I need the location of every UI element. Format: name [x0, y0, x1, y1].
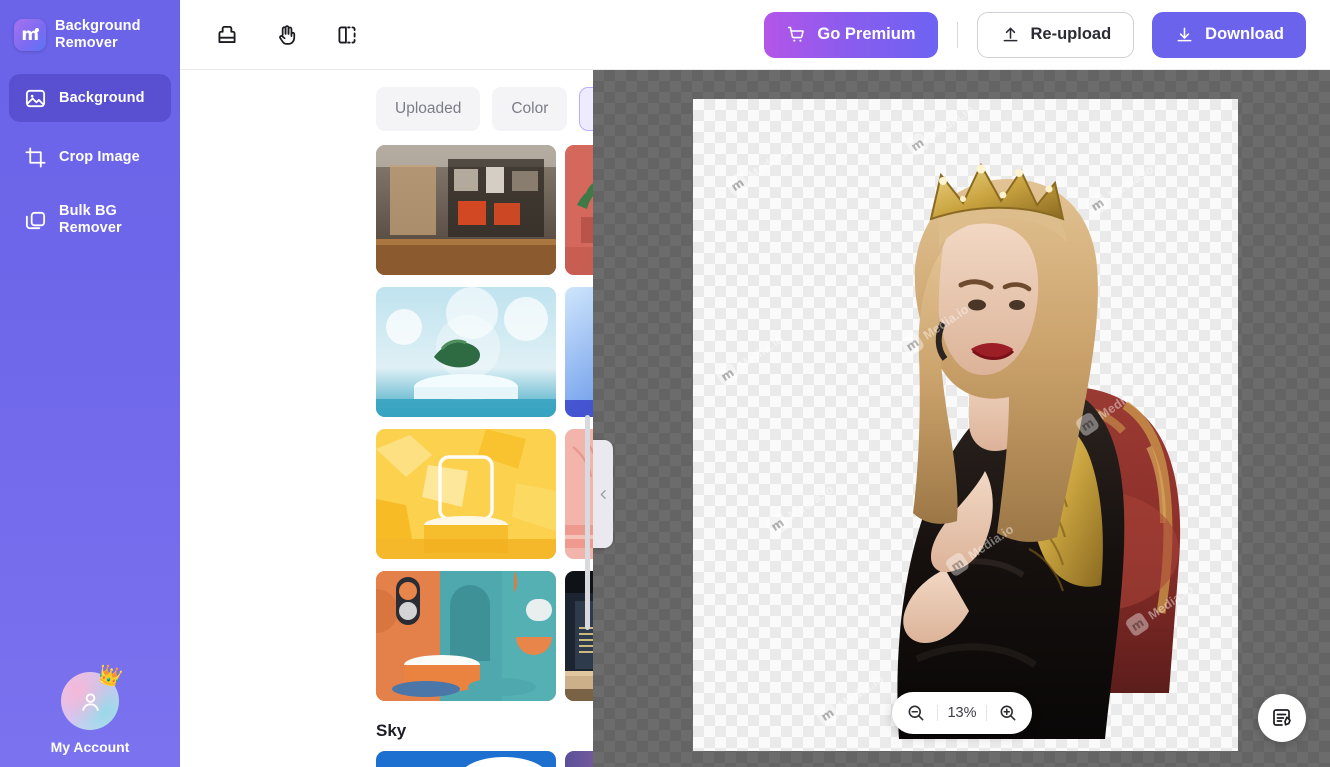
brand-title: Background Remover — [55, 18, 141, 52]
hand-tool-button[interactable] — [270, 18, 304, 52]
scene-thumbnail[interactable] — [376, 145, 556, 275]
app-logo-icon: m — [14, 19, 46, 52]
brand[interactable]: m Background Remover — [0, 0, 180, 52]
body-row: Uploaded Color Scene — [180, 70, 1330, 767]
chevron-left-icon — [600, 489, 606, 499]
top-toolbar: Go Premium Re-upload Download — [180, 0, 1330, 70]
sidebar-nav: Background Crop Image Bulk BG Remover — [0, 74, 180, 248]
re-upload-label: Re-upload — [1030, 25, 1112, 43]
scene-thumbnail[interactable] — [565, 145, 593, 275]
top-actions: Go Premium Re-upload Download — [764, 11, 1306, 58]
tab-uploaded-label: Uploaded — [395, 100, 462, 117]
background-remover-app: m Background Remover Background Crop Ima… — [0, 0, 1330, 767]
scene-thumbnail[interactable] — [376, 751, 556, 767]
sky-section-title: Sky — [376, 721, 407, 740]
tab-color[interactable]: Color — [492, 87, 568, 131]
my-account[interactable]: 👑 My Account — [0, 663, 180, 759]
brand-title-line1: Background — [55, 18, 141, 34]
image-artboard[interactable]: m Media.io m Media.io m Media.io m Media… — [693, 99, 1238, 751]
crop-icon — [23, 145, 47, 169]
re-upload-button[interactable]: Re-upload — [976, 11, 1135, 58]
sidebar-item-bulk-bg-remover[interactable]: Bulk BG Remover — [9, 192, 171, 248]
sidebar-item-label-background: Background — [59, 89, 145, 106]
image-icon — [23, 86, 47, 110]
brand-title-line2: Remover — [55, 35, 118, 52]
go-premium-label: Go Premium — [817, 25, 916, 43]
scene-thumbnail[interactable] — [376, 571, 556, 701]
scene-thumbnail[interactable] — [565, 751, 593, 767]
go-premium-button[interactable]: Go Premium — [764, 11, 938, 58]
zoom-level-value: 13% — [947, 705, 977, 721]
scene-list-scroll[interactable]: Sky more › — [180, 145, 593, 767]
sidebar-item-background[interactable]: Background — [9, 74, 171, 123]
tool-group — [210, 18, 364, 52]
sidebar-item-label-crop-image: Crop Image — [59, 148, 140, 165]
bulk-label-line2: Remover — [59, 220, 122, 237]
tab-uploaded[interactable]: Uploaded — [376, 87, 481, 131]
panel-tabs: Uploaded Color Scene — [180, 70, 664, 145]
my-account-label: My Account — [50, 739, 130, 755]
tab-color-label: Color — [511, 100, 549, 117]
download-button[interactable]: Download — [1152, 11, 1306, 58]
layers-icon — [23, 208, 47, 232]
zoom-out-button[interactable] — [905, 702, 927, 724]
zoom-controls: 13% — [892, 692, 1032, 734]
sidebar-item-crop-image[interactable]: Crop Image — [9, 133, 171, 181]
sidebar-item-label-bulk-bg-remover: Bulk BG Remover — [59, 203, 122, 238]
eraser-tool-button[interactable] — [210, 18, 244, 52]
scene-grid — [376, 145, 593, 701]
main-area: Go Premium Re-upload Download Uploaded C… — [180, 0, 1330, 767]
scene-thumbnail[interactable] — [376, 429, 556, 559]
toolbar-divider — [956, 21, 958, 48]
sky-section-header: Sky more › — [376, 721, 593, 741]
zoom-divider-right — [986, 705, 988, 721]
avatar-wrapper: 👑 — [61, 663, 125, 730]
canvas-area[interactable]: m Media.io m Media.io m Media.io m Media… — [593, 70, 1330, 767]
bulk-label-line1: Bulk BG — [59, 202, 117, 219]
panel-collapse-handle[interactable] — [593, 440, 613, 548]
feedback-icon — [1273, 709, 1291, 726]
sky-grid — [376, 751, 593, 767]
subject-image — [897, 162, 1181, 739]
scene-thumbnail[interactable] — [565, 287, 593, 417]
download-label: Download — [1205, 25, 1284, 43]
scene-thumbnail[interactable] — [376, 287, 556, 417]
scene-panel: Uploaded Color Scene — [180, 70, 664, 767]
sidebar: m Background Remover Background Crop Ima… — [0, 0, 180, 767]
zoom-divider-left — [936, 705, 938, 721]
compare-tool-button[interactable] — [330, 18, 364, 52]
panel-scrollbar[interactable] — [585, 415, 590, 630]
zoom-in-button[interactable] — [997, 702, 1019, 724]
feedback-button[interactable] — [1258, 694, 1306, 742]
